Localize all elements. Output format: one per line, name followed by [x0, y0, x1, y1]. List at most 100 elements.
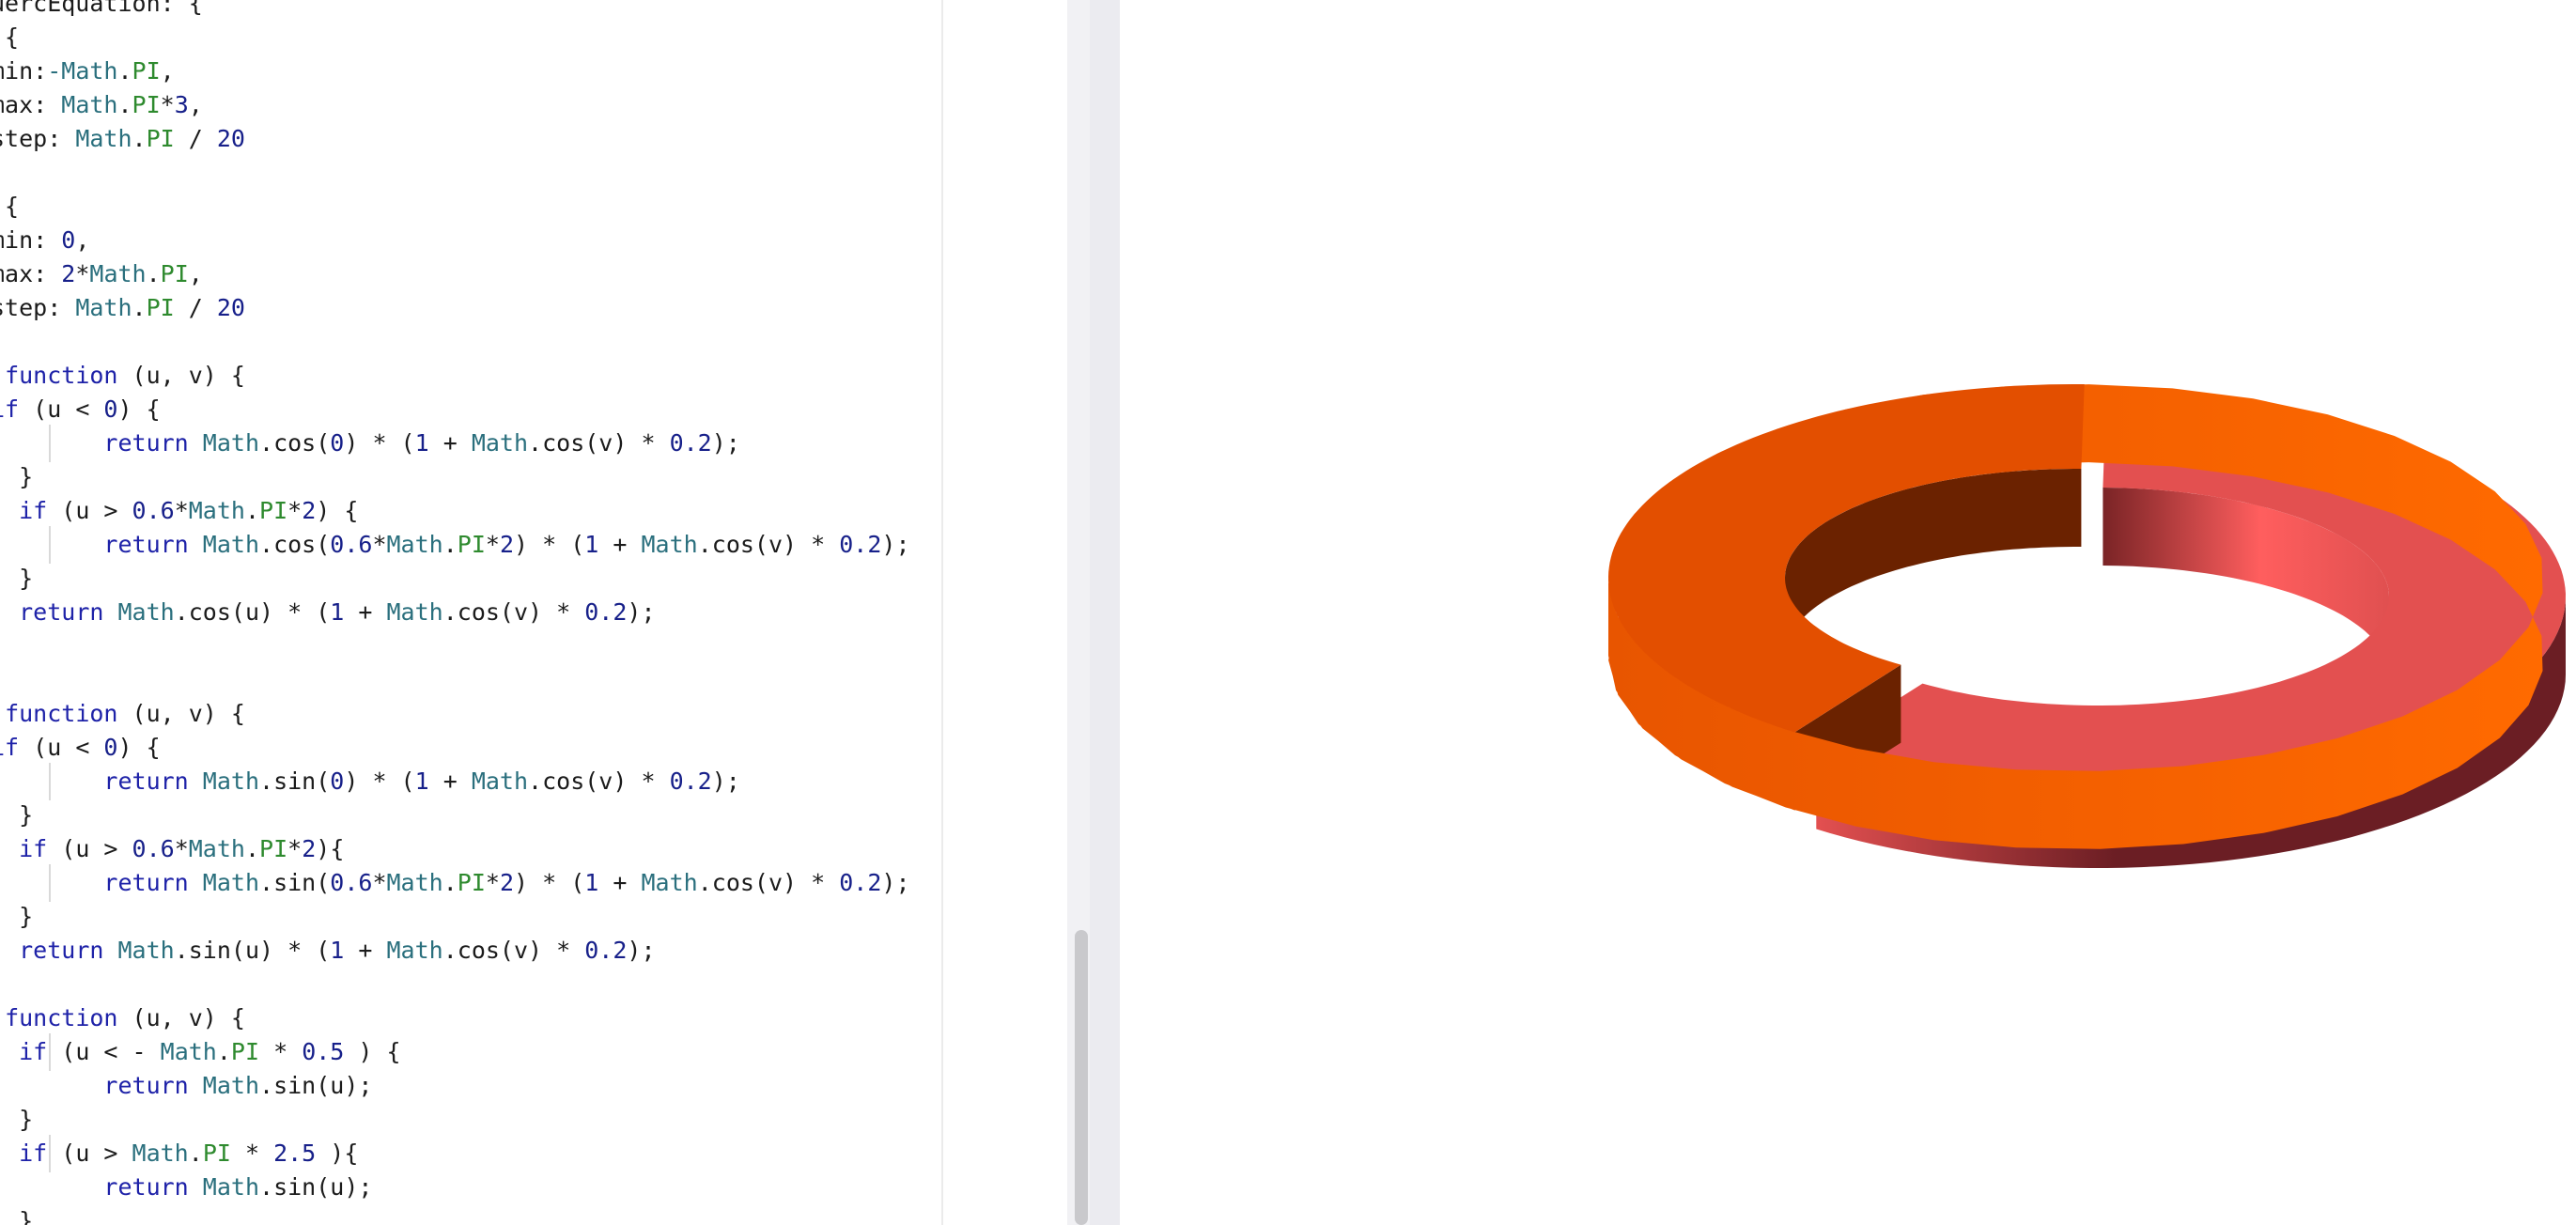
code-line: if (u < 0) {: [0, 731, 161, 765]
indent-guide: [49, 763, 51, 800]
chart-preview: [1120, 0, 2576, 1225]
code-token: );: [711, 768, 740, 795]
code-token: 0: [330, 768, 345, 795]
code-token: return: [103, 768, 189, 795]
code-token: *: [287, 497, 303, 524]
pane-splitter[interactable]: [1090, 0, 1120, 1225]
code-token: }: [19, 463, 34, 490]
code-line: return Math.sin(0.6*Math.PI*2) * (1 + Ma…: [0, 866, 910, 900]
code-token: .cos(v) *: [528, 429, 670, 457]
code-token: if: [0, 395, 20, 423]
code-token: Math: [117, 598, 175, 626]
code-token: PI: [132, 91, 161, 118]
code-token: (u, v) {: [117, 362, 245, 389]
code-token: .: [244, 835, 260, 862]
code-token: .cos(: [259, 531, 331, 558]
code-token: );: [627, 598, 656, 626]
code-line: {: [0, 190, 19, 224]
code-token: Math: [202, 768, 260, 795]
code-token: PI: [146, 125, 175, 152]
code-token: .: [146, 260, 161, 287]
code-token: *: [287, 835, 303, 862]
code-token: );: [881, 869, 910, 896]
code-token: 1: [584, 869, 599, 896]
code-line: if (u < 0) {: [0, 393, 161, 426]
code-token: 2: [499, 531, 515, 558]
code-token: if: [19, 1140, 48, 1167]
code-token: +: [344, 937, 387, 964]
code-token: 1: [414, 429, 429, 457]
code-token: 0.2: [584, 937, 628, 964]
code-token: }: [19, 801, 34, 829]
code-token: 0.2: [839, 869, 882, 896]
code-token: .: [244, 497, 260, 524]
code-token: .cos(v) *: [697, 869, 840, 896]
code-token: 1: [584, 531, 599, 558]
code-token: 0.2: [584, 598, 628, 626]
code-token: .sin(u) * (: [174, 937, 331, 964]
code-token: ,: [75, 226, 90, 254]
code-token: PI: [457, 531, 486, 558]
code-token: Math: [202, 429, 260, 457]
code-token: Math: [89, 260, 147, 287]
code-token: (u <: [19, 734, 104, 761]
indent-guide: [49, 864, 51, 902]
code-token: max:: [0, 91, 48, 118]
code-line: return Math.sin(u);: [0, 1069, 372, 1103]
code-token: .: [117, 57, 132, 85]
code-line: function (u, v) {: [0, 1001, 245, 1035]
code-token: .: [188, 1140, 203, 1167]
code-token: .cos(v) *: [528, 768, 670, 795]
code-token: Math: [386, 531, 443, 558]
code-token: return: [103, 1173, 189, 1201]
code-token: ) * (: [514, 531, 585, 558]
code-line: min:-Math.PI,: [0, 54, 175, 88]
code-token: ) * (: [514, 869, 585, 896]
code-token: 2: [302, 497, 317, 524]
code-token: }: [19, 903, 34, 930]
code-token: PI: [160, 260, 189, 287]
code-token: 0: [330, 429, 345, 457]
code-token: Math: [117, 937, 175, 964]
code-token: +: [428, 429, 472, 457]
code-editor[interactable]: uercEquation: { {min:-Math.PI,max: Math.…: [0, 0, 941, 1225]
code-token: *: [75, 260, 90, 287]
code-line: step: Math.PI / 20: [0, 291, 245, 325]
code-token: ) {: [117, 395, 161, 423]
code-token: {: [5, 23, 20, 51]
editor-scrollbar-thumb[interactable]: [1075, 930, 1088, 1225]
code-token: 2: [499, 869, 515, 896]
code-token: Math: [471, 429, 529, 457]
code-token: function: [5, 1004, 118, 1031]
code-token: .: [442, 531, 458, 558]
code-token: (u < -: [47, 1038, 161, 1065]
code-token: .cos(v) *: [442, 598, 585, 626]
code-token: 1: [330, 937, 345, 964]
code-token: min:: [0, 57, 48, 85]
code-line: if (u > 0.6*Math.PI*2) {: [0, 494, 358, 528]
code-token: ){: [316, 1140, 359, 1167]
code-token: );: [881, 531, 910, 558]
code-token: *: [372, 531, 387, 558]
code-token: }: [19, 565, 34, 592]
code-token: .: [132, 294, 147, 321]
indent-guide: [49, 526, 51, 564]
code-token: ) {: [344, 1038, 401, 1065]
code-token: *: [259, 1038, 303, 1065]
code-token: 0: [103, 395, 118, 423]
code-token: .cos(: [259, 429, 331, 457]
code-token: return: [103, 869, 189, 896]
code-token: max:: [0, 260, 48, 287]
code-line: step: Math.PI / 20: [0, 122, 245, 156]
code-line: }: [0, 1103, 33, 1137]
code-token: Math: [386, 598, 443, 626]
